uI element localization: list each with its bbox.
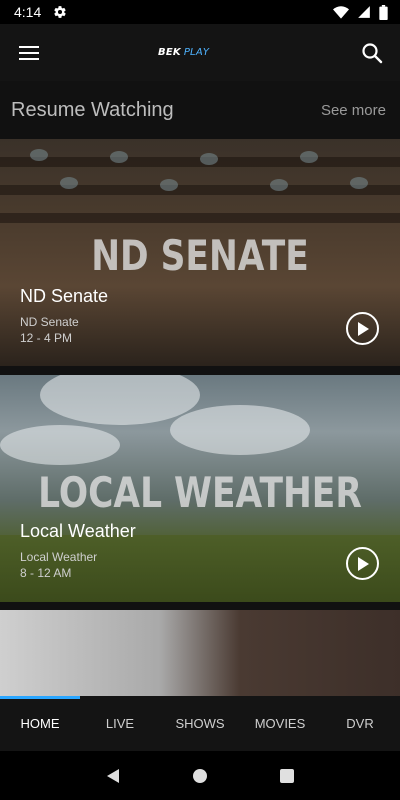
play-button[interactable] [346, 547, 379, 580]
app-bar: BEK PLAY [0, 24, 400, 81]
tab-home[interactable]: HOME [0, 696, 80, 751]
battery-icon [379, 4, 388, 20]
tab-dvr[interactable]: DVR [320, 696, 400, 751]
card-channel: ND Senate [20, 315, 79, 329]
logo-part-play: PLAY [183, 46, 210, 58]
play-icon [357, 321, 369, 336]
card-time: 8 - 12 AM [20, 566, 72, 580]
app-logo: BEK PLAY [158, 43, 218, 61]
bottom-tab-bar: HOME LIVE SHOWS MOVIES DVR [0, 696, 400, 751]
recents-icon[interactable] [275, 764, 299, 788]
card-title: ND Senate [20, 286, 109, 306]
tab-movies[interactable]: MOVIES [240, 696, 320, 751]
status-bar: 4:14 [0, 0, 400, 24]
card-image-text: ND SENATE [91, 231, 309, 280]
system-nav-bar [0, 751, 400, 800]
program-card-local-weather[interactable]: LOCAL WEATHER Local Weather Local Weathe… [0, 375, 400, 602]
play-icon [357, 556, 369, 571]
resume-watching-header: Resume Watching See more [0, 81, 400, 139]
home-icon[interactable] [188, 764, 212, 788]
settings-icon [54, 6, 66, 18]
signal-icon [358, 6, 370, 18]
wifi-icon [333, 6, 349, 19]
card-time: 12 - 4 PM [20, 331, 73, 345]
tab-shows[interactable]: SHOWS [160, 696, 240, 751]
tab-live[interactable]: LIVE [80, 696, 160, 751]
program-card-partial[interactable] [0, 610, 400, 696]
status-icons [333, 4, 388, 20]
search-icon[interactable] [360, 41, 384, 65]
card-image-text: LOCAL WEATHER [38, 468, 362, 517]
play-button[interactable] [346, 312, 379, 345]
card-channel: Local Weather [20, 550, 98, 564]
active-tab-indicator [0, 696, 80, 699]
status-time: 4:14 [14, 4, 42, 20]
logo-part-bek: BEK [158, 46, 181, 58]
section-title: Resume Watching [11, 98, 174, 121]
back-icon[interactable] [101, 764, 125, 788]
card-title: Local Weather [20, 521, 136, 541]
hamburger-menu-icon[interactable] [16, 40, 42, 66]
program-card-nd-senate[interactable]: ND SENATE ND Senate ND Senate 12 - 4 PM [0, 139, 400, 366]
see-more-link[interactable]: See more [321, 102, 386, 119]
